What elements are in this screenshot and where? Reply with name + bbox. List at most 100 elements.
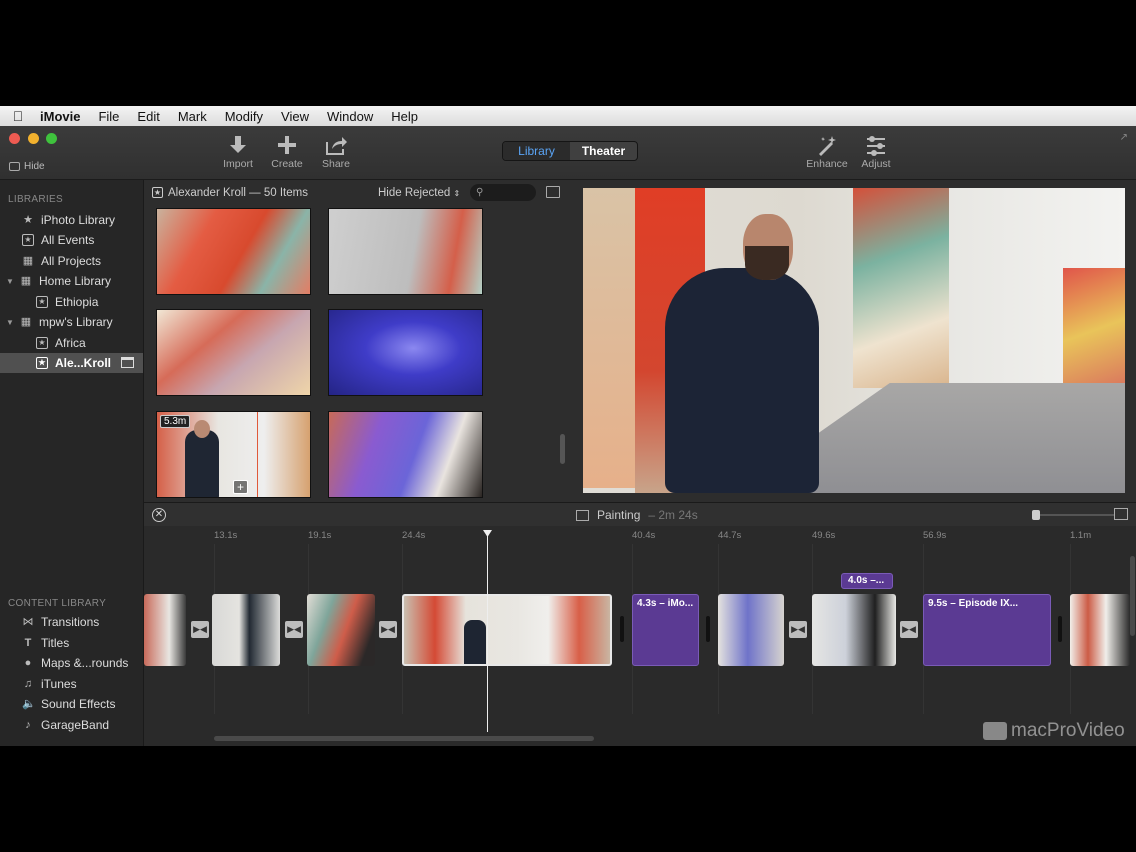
disclosure-triangle-icon[interactable]: ▼ bbox=[6, 318, 16, 327]
person-figure bbox=[185, 430, 219, 497]
time-tick: 13.1s bbox=[214, 530, 238, 541]
sidebar-item-all-events[interactable]: ★ All Events bbox=[0, 230, 143, 250]
menu-window[interactable]: Window bbox=[318, 109, 382, 124]
libraries-header: LIBRARIES bbox=[8, 194, 63, 205]
timeline-scrollbar[interactable] bbox=[214, 736, 594, 741]
library-grid-icon: ▦ bbox=[20, 275, 32, 287]
import-label: Import bbox=[223, 158, 253, 170]
sidebar-item-home-library[interactable]: ▼ ▦ Home Library bbox=[0, 271, 143, 291]
create-button[interactable]: Create bbox=[262, 134, 312, 170]
content-item-transitions[interactable]: ⋈ Transitions bbox=[0, 612, 143, 632]
content-item-label: Sound Effects bbox=[41, 697, 116, 711]
timeline-settings-icon[interactable] bbox=[1114, 508, 1128, 520]
updown-chevron-icon: ⇕ bbox=[453, 189, 461, 198]
sidebar-item-alexander-kroll[interactable]: ★ Ale...Kroll bbox=[0, 353, 143, 373]
menu-app-name[interactable]: iMovie bbox=[36, 109, 89, 124]
event-browser: ★ Alexander Kroll — 50 Items Hide Reject… bbox=[144, 180, 570, 502]
browser-scrollbar[interactable] bbox=[560, 434, 565, 464]
person-beard bbox=[745, 246, 789, 280]
hide-sidebar-button[interactable]: Hide bbox=[9, 161, 45, 172]
share-button[interactable]: Share bbox=[311, 134, 361, 170]
time-tick: 1.1m bbox=[1070, 530, 1092, 541]
title-clip[interactable]: 4.3s – iMo... bbox=[632, 594, 699, 666]
zoom-slider-track[interactable] bbox=[1034, 514, 1114, 516]
library-tab[interactable]: Library bbox=[503, 142, 570, 160]
filmstrip-settings-icon[interactable] bbox=[546, 186, 560, 198]
video-clip[interactable] bbox=[144, 594, 186, 666]
transition-icon[interactable]: ▶◀ bbox=[900, 621, 918, 638]
browser-header: ★ Alexander Kroll — 50 Items Hide Reject… bbox=[144, 180, 570, 206]
star-icon: ★ bbox=[36, 337, 48, 349]
clip-separator bbox=[620, 616, 624, 642]
close-project-button[interactable]: ✕ bbox=[152, 508, 166, 522]
sidebar-item-mpws-library[interactable]: ▼ ▦ mpw's Library bbox=[0, 312, 143, 332]
hide-rejected-dropdown[interactable]: Hide Rejected ⇕ bbox=[378, 187, 460, 199]
clip-thumbnail[interactable] bbox=[328, 411, 483, 498]
enhance-button[interactable]: Enhance bbox=[802, 134, 852, 170]
transitions-icon: ⋈ bbox=[22, 616, 34, 628]
speaker-icon: 🔈 bbox=[22, 698, 36, 710]
clip-thumbnail[interactable] bbox=[156, 309, 311, 396]
menu-view[interactable]: View bbox=[272, 109, 318, 124]
title-clip[interactable]: 9.5s – Episode IX... bbox=[923, 594, 1051, 666]
video-clip[interactable] bbox=[718, 594, 784, 666]
globe-icon: ● bbox=[24, 657, 32, 669]
sidebar: LIBRARIES ★ iPhoto Library ★ All Events ▦ A… bbox=[0, 180, 144, 746]
content-item-label: Transitions bbox=[41, 615, 100, 629]
transition-icon[interactable]: ▶◀ bbox=[191, 621, 209, 638]
close-window-button[interactable] bbox=[9, 133, 20, 144]
content-item-titles[interactable]: T Titles bbox=[0, 633, 143, 653]
clip-thumbnail[interactable] bbox=[156, 208, 311, 295]
sidebar-item-all-projects[interactable]: ▦ All Projects bbox=[0, 251, 143, 271]
sidebar-item-iphoto-library[interactable]: ★ iPhoto Library bbox=[0, 210, 143, 230]
hide-label: Hide bbox=[24, 161, 45, 172]
selected-video-clip[interactable] bbox=[402, 594, 612, 666]
menu-file[interactable]: File bbox=[89, 109, 128, 124]
fullscreen-icon[interactable]: ↗ bbox=[1120, 132, 1128, 143]
star-icon: ★ bbox=[23, 214, 33, 226]
share-label: Share bbox=[321, 158, 351, 170]
macprovideo-logo-icon bbox=[983, 722, 1007, 740]
content-item-maps-backgrounds[interactable]: ● Maps &...rounds bbox=[0, 653, 143, 673]
search-field[interactable]: ⚲ bbox=[470, 184, 536, 201]
video-clip[interactable] bbox=[307, 594, 375, 666]
content-item-itunes[interactable]: ♫ iTunes bbox=[0, 674, 143, 694]
sidebar-item-ethiopia[interactable]: ★ Ethiopia bbox=[0, 292, 143, 312]
clip-thumbnail[interactable] bbox=[328, 208, 483, 295]
zoom-window-button[interactable] bbox=[46, 133, 57, 144]
clip-thumbnail[interactable] bbox=[328, 309, 483, 396]
theater-tab[interactable]: Theater bbox=[570, 142, 637, 160]
apple-icon[interactable]:  bbox=[0, 108, 36, 124]
transition-icon[interactable]: ▶◀ bbox=[789, 621, 807, 638]
grid-icon: ▦ bbox=[22, 255, 34, 267]
menu-bar:  iMovie File Edit Mark Modify View Wind… bbox=[0, 106, 1136, 126]
add-to-project-icon[interactable]: + bbox=[233, 480, 248, 494]
star-icon: ★ bbox=[36, 357, 48, 369]
transition-icon[interactable]: ▶◀ bbox=[285, 621, 303, 638]
menu-edit[interactable]: Edit bbox=[128, 109, 168, 124]
timeline-vertical-scrollbar[interactable] bbox=[1130, 556, 1135, 636]
menu-help[interactable]: Help bbox=[382, 109, 427, 124]
video-clip[interactable] bbox=[812, 594, 896, 666]
zoom-slider-knob[interactable] bbox=[1032, 510, 1040, 520]
title-clip-label: 4.3s – iMo... bbox=[637, 598, 694, 609]
transition-icon[interactable]: ▶◀ bbox=[379, 621, 397, 638]
video-preview[interactable] bbox=[583, 188, 1125, 493]
playhead[interactable] bbox=[487, 532, 488, 732]
content-item-sound-effects[interactable]: 🔈 Sound Effects bbox=[0, 694, 143, 714]
minimize-window-button[interactable] bbox=[28, 133, 39, 144]
video-clip[interactable] bbox=[1070, 594, 1130, 666]
clip-thumbnail-selected[interactable]: 5.3m + bbox=[156, 411, 311, 498]
menu-mark[interactable]: Mark bbox=[169, 109, 216, 124]
import-button[interactable]: Import bbox=[213, 134, 263, 170]
video-clip[interactable] bbox=[212, 594, 280, 666]
sidebar-item-africa[interactable]: ★ Africa bbox=[0, 333, 143, 353]
watermark-text: macProVideo bbox=[1011, 720, 1125, 741]
clapper-icon bbox=[121, 357, 134, 368]
menu-modify[interactable]: Modify bbox=[216, 109, 272, 124]
content-item-label: Titles bbox=[41, 636, 70, 650]
sidebar-item-label: iPhoto Library bbox=[41, 213, 116, 227]
disclosure-triangle-icon[interactable]: ▼ bbox=[6, 277, 16, 286]
content-item-garageband[interactable]: ♪ GarageBand bbox=[0, 715, 143, 735]
adjust-button[interactable]: Adjust bbox=[851, 134, 901, 170]
